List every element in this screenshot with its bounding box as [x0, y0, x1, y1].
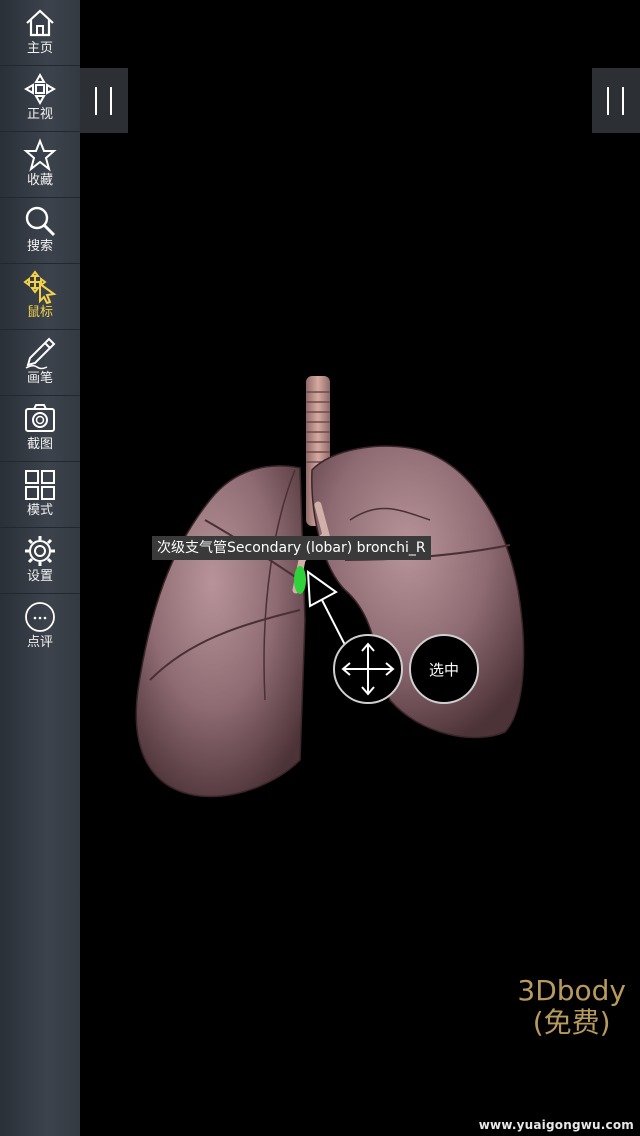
- pen-icon: [25, 337, 56, 370]
- sidebar-item-screenshot[interactable]: 截图: [0, 396, 80, 462]
- sidebar-item-search[interactable]: 搜索: [0, 198, 80, 264]
- comment-icon: [25, 602, 55, 632]
- sidebar-item-label: 设置: [26, 569, 53, 584]
- sidebar-item-pen[interactable]: 画笔: [0, 330, 80, 396]
- sidebar-item-settings[interactable]: 设置: [0, 528, 80, 594]
- camera-icon: [25, 404, 55, 432]
- sidebar-item-label: 画笔: [26, 371, 53, 386]
- move-button[interactable]: [333, 634, 403, 704]
- select-button[interactable]: 选中: [409, 634, 479, 704]
- grid-mode-icon: [25, 470, 55, 500]
- sidebar-item-label: 收藏: [26, 173, 53, 188]
- watermark: www.yuaigongwu.com: [478, 1118, 634, 1132]
- pointer-move-icon: [23, 270, 57, 304]
- sidebar-item-review[interactable]: 点评: [0, 594, 80, 660]
- sidebar-item-label: 正视: [26, 107, 53, 122]
- search-icon: [25, 206, 56, 237]
- sidebar-item-label: 鼠标: [26, 305, 53, 320]
- star-icon: [23, 138, 57, 172]
- app-brand: 3Dbody (免费): [517, 975, 626, 1039]
- sidebar-item-label: 搜索: [26, 239, 53, 254]
- sidebar-item-label: 截图: [26, 437, 53, 452]
- home-icon: [26, 9, 54, 37]
- move-arrows-icon: [341, 642, 395, 696]
- sidebar-item-favorites[interactable]: 收藏: [0, 132, 80, 198]
- sidebar: 主页 正视 收藏 搜索 鼠标 画笔 截图 模式 设置 点评: [0, 0, 80, 1136]
- gear-icon: [25, 536, 55, 566]
- sidebar-item-label: 点评: [26, 635, 53, 650]
- sidebar-item-label: 主页: [26, 41, 53, 56]
- brand-name: 3Dbody: [517, 974, 626, 1007]
- front-view-icon: [23, 72, 57, 106]
- brand-free-label: (免费): [532, 1006, 611, 1039]
- selection-tooltip: 次级支气管Secondary (lobar) bronchi_R: [152, 536, 431, 560]
- sidebar-item-mouse[interactable]: 鼠标: [0, 264, 80, 330]
- sidebar-item-mode[interactable]: 模式: [0, 462, 80, 528]
- sidebar-item-label: 模式: [26, 503, 53, 518]
- sidebar-item-front-view[interactable]: 正视: [0, 66, 80, 132]
- sidebar-item-home[interactable]: 主页: [0, 0, 80, 66]
- lung-3d-model[interactable]: [80, 0, 640, 1136]
